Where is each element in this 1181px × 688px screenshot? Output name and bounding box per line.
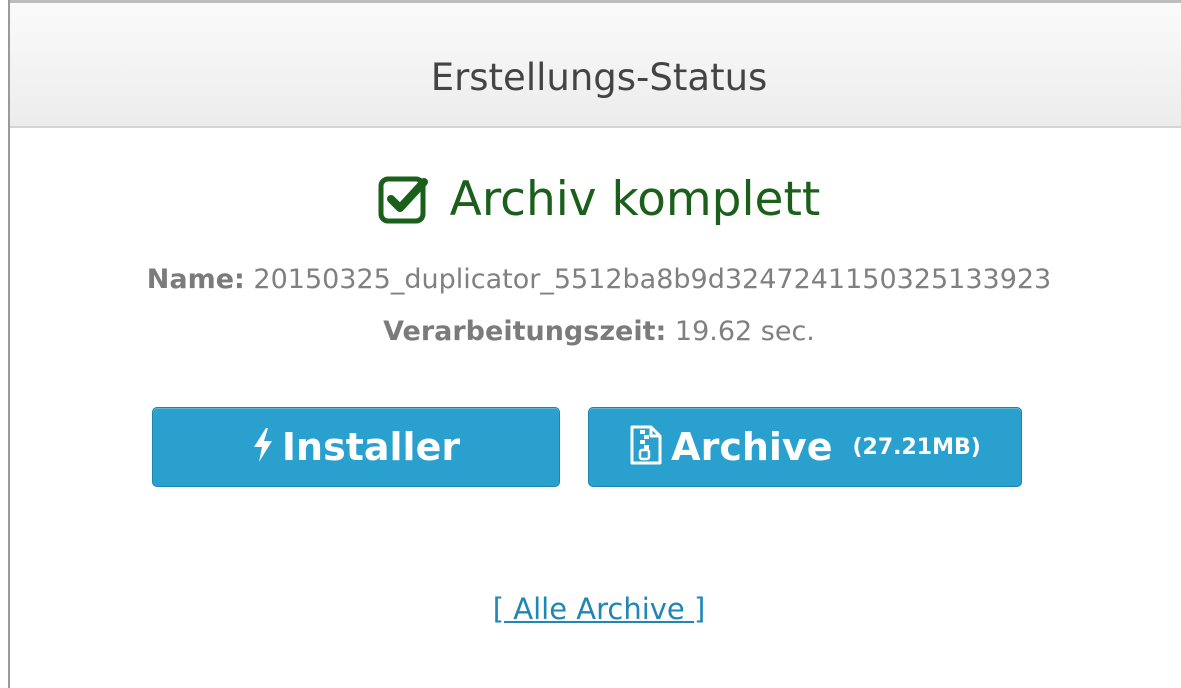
- installer-button[interactable]: Installer: [152, 407, 560, 487]
- build-status-panel: Erstellungs-Status Archiv komplett Name:…: [8, 0, 1181, 688]
- archive-name-line: Name: 20150325_duplicator_5512ba8b9d3247…: [10, 264, 1181, 295]
- status-row: Archiv komplett: [10, 165, 1181, 235]
- checkbox-checked-icon: [378, 174, 430, 226]
- file-zip-icon: [629, 425, 663, 469]
- all-archives-link[interactable]: [ Alle Archive ]: [493, 592, 706, 626]
- all-archives-container: [ Alle Archive ]: [10, 592, 1181, 626]
- installer-button-label: Installer: [281, 425, 461, 469]
- status-text: Archiv komplett: [449, 172, 821, 227]
- archive-download-button[interactable]: Archive (27.21MB): [588, 407, 1022, 487]
- name-value: 20150325_duplicator_5512ba8b9d3247241150…: [253, 264, 1052, 295]
- archive-size: (27.21MB): [852, 434, 981, 460]
- panel-title: Erstellungs-Status: [430, 56, 768, 99]
- name-label: Name:: [146, 264, 245, 295]
- archive-button-label: Archive: [671, 425, 833, 469]
- processing-time-line: Verarbeitungszeit: 19.62 sec.: [10, 316, 1181, 347]
- time-value: 19.62 sec.: [674, 316, 815, 347]
- bolt-icon: [252, 427, 274, 467]
- panel-header: Erstellungs-Status: [10, 0, 1181, 128]
- time-label: Verarbeitungszeit:: [383, 316, 667, 347]
